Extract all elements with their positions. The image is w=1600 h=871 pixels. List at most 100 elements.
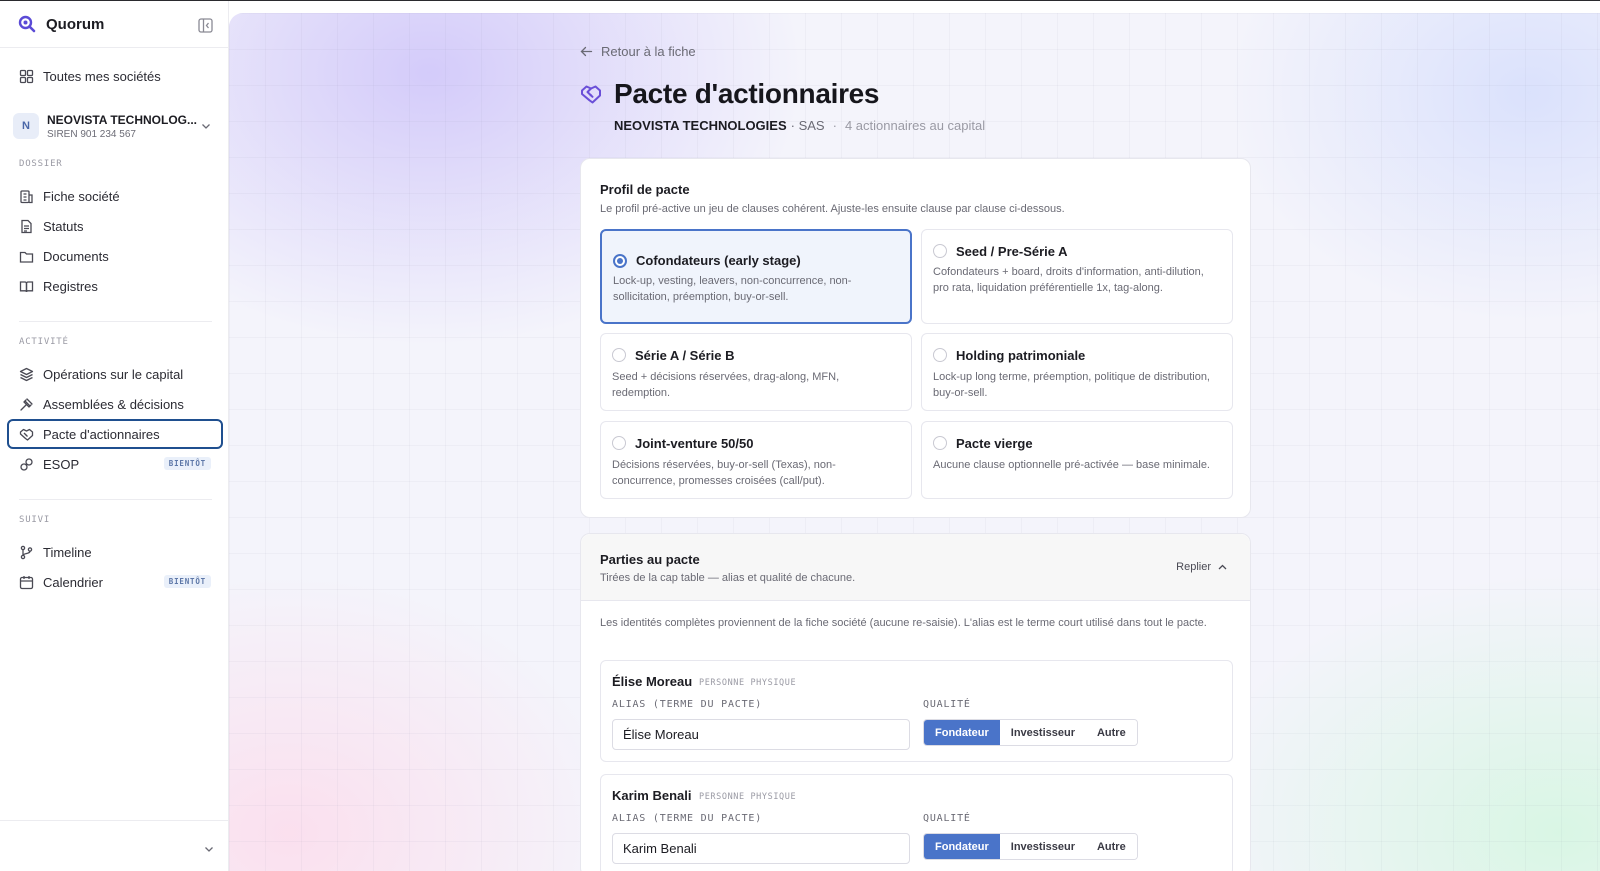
sidebar-item-all-companies[interactable]: Toutes mes sociétés — [7, 61, 223, 91]
company-name: NEOVISTA TECHNOLOGIES — [614, 118, 787, 133]
alias-input[interactable] — [612, 833, 910, 864]
parties-info-text: Les identités complètes proviennent de l… — [600, 617, 1207, 629]
radio-button[interactable] — [613, 254, 627, 268]
party-type: PERSONNE PHYSIQUE — [699, 792, 797, 802]
layers-icon — [19, 367, 34, 381]
page-subtitle: NEOVISTA TECHNOLOGIES · SAS · 4 actionna… — [614, 118, 985, 133]
option-title: Holding patrimoniale — [956, 348, 1086, 363]
arrow-left-icon — [580, 46, 593, 57]
building-icon — [20, 189, 33, 203]
party-type: PERSONNE PHYSIQUE — [699, 678, 797, 688]
section-label-activite: ACTIVITÉ — [19, 337, 69, 347]
back-link-label: Retour à la fiche — [601, 44, 696, 59]
sidebar: Quorum Toutes mes sociétés N NEOVISTA TE… — [0, 1, 229, 871]
profile-description: Le profil pré-active un jeu de clauses c… — [600, 203, 1065, 215]
parties-description: Tirées de la cap table — alias et qualit… — [600, 572, 856, 584]
party-name: Karim Benali — [612, 788, 692, 803]
sidebar-item-label: Statuts — [43, 218, 84, 234]
option-description: Seed + décisions réservées, drag-along, … — [612, 371, 840, 399]
collapse-label: Replier — [1176, 561, 1211, 573]
sidebar-item-label: Timeline — [43, 544, 92, 560]
option-title: Joint-venture 50/50 — [635, 436, 754, 451]
profile-title: Profil de pacte — [600, 182, 690, 197]
sidebar-item-label: ESOP — [43, 456, 80, 472]
alias-label: ALIAS (TERME DU PACTE) — [612, 813, 763, 824]
profile-option-joint-venture[interactable]: Joint-venture 50/50 Décisions réservées,… — [600, 421, 912, 499]
collapse-sidebar-icon[interactable] — [198, 18, 213, 33]
quality-option-fondateur[interactable]: Fondateur — [924, 834, 1000, 859]
profile-option-pacte-vierge[interactable]: Pacte vierge Aucune clause optionnelle p… — [921, 421, 1233, 499]
sidebar-item-label: Calendrier — [43, 574, 103, 590]
handshake-icon — [581, 85, 601, 104]
profile-option-serie-a-b[interactable]: Série A / Série B Seed + décisions réser… — [600, 333, 912, 411]
divider — [19, 499, 212, 500]
quality-label: QUALITÉ — [923, 813, 971, 824]
section-label-suivi: SUIVI — [19, 515, 51, 525]
brand[interactable]: Quorum — [18, 15, 104, 33]
back-link[interactable]: Retour à la fiche — [580, 44, 696, 59]
handshake-icon — [19, 428, 34, 441]
document-text-icon — [21, 219, 32, 233]
party-card: Karim Benali PERSONNE PHYSIQUE ALIAS (TE… — [600, 774, 1233, 871]
sidebar-item-operations-capital[interactable]: Opérations sur le capital — [7, 359, 223, 389]
sidebar-item-fiche-societe[interactable]: Fiche société — [7, 181, 223, 211]
calendar-icon — [19, 575, 34, 589]
profile-option-seed[interactable]: Seed / Pre-Série A Cofondateurs + board,… — [921, 229, 1233, 324]
option-title: Seed / Pre-Série A — [956, 244, 1068, 259]
window-top-border — [0, 0, 1600, 1]
radio-button[interactable] — [933, 348, 947, 362]
sidebar-item-documents[interactable]: Documents — [7, 241, 223, 271]
party-name: Élise Moreau — [612, 674, 693, 689]
quality-selector: Fondateur Investisseur Autre — [923, 719, 1138, 746]
quality-option-investisseur[interactable]: Investisseur — [999, 834, 1086, 859]
shareholder-count: 4 actionnaires au capital — [844, 118, 986, 133]
sidebar-item-registres[interactable]: Registres — [7, 271, 223, 301]
parties-card-header[interactable]: Parties au pacte Tirées de la cap table … — [581, 534, 1250, 601]
quality-option-autre[interactable]: Autre — [1085, 834, 1137, 859]
quality-label: QUALITÉ — [923, 699, 971, 710]
radio-button[interactable] — [612, 436, 626, 450]
quality-option-autre[interactable]: Autre — [1085, 720, 1137, 745]
profile-option-holding[interactable]: Holding patrimoniale Lock-up long terme,… — [921, 333, 1233, 411]
sidebar-item-label: Assemblées & décisions — [43, 396, 184, 412]
sidebar-item-label: Documents — [43, 248, 109, 264]
coming-soon-badge: BIENTÔT — [163, 457, 211, 470]
collapse-button[interactable]: Replier — [1176, 561, 1228, 573]
sidebar-item-timeline[interactable]: Timeline — [7, 537, 223, 567]
chevron-down-icon — [202, 124, 210, 129]
sidebar-item-label: Opérations sur le capital — [43, 366, 184, 382]
sidebar-item-pacte[interactable]: Pacte d'actionnaires — [7, 419, 223, 449]
radio-button[interactable] — [612, 348, 626, 362]
sidebar-item-label: Toutes mes sociétés — [43, 68, 161, 84]
parties-title: Parties au pacte — [600, 552, 700, 567]
divider — [0, 820, 229, 821]
option-title: Série A / Série B — [635, 348, 735, 363]
company-switcher[interactable]: N NEOVISTA TECHNOLOG... SIREN 901 234 56… — [13, 111, 218, 141]
sidebar-item-esop[interactable]: ESOP BIENTÔT — [7, 449, 223, 479]
quality-option-fondateur[interactable]: Fondateur — [924, 720, 1000, 745]
option-description: Lock-up, vesting, leavers, non-concurren… — [613, 275, 852, 303]
profile-card: Profil de pacte Le profil pré-active un … — [580, 158, 1251, 518]
sidebar-item-assemblees[interactable]: Assemblées & décisions — [7, 389, 223, 419]
party-card: Élise Moreau PERSONNE PHYSIQUE ALIAS (TE… — [600, 660, 1233, 762]
sidebar-item-statuts[interactable]: Statuts — [7, 211, 223, 241]
separator-dot: · — [832, 118, 837, 133]
sidebar-item-calendrier[interactable]: Calendrier BIENTÔT — [7, 567, 223, 597]
option-title: Cofondateurs (early stage) — [636, 253, 801, 268]
company-name: NEOVISTA TECHNOLOG... — [47, 112, 198, 127]
chevron-down-icon[interactable] — [203, 843, 215, 855]
page-title: Pacte d'actionnaires — [614, 78, 880, 109]
folder-icon — [19, 251, 34, 263]
radio-button[interactable] — [933, 436, 947, 450]
option-description: Aucune clause optionnelle pré-activée — … — [933, 459, 1210, 471]
quorum-logo-icon — [18, 15, 36, 33]
app-name: Quorum — [46, 15, 105, 33]
option-description: Cofondateurs + board, droits d'informati… — [933, 266, 1204, 294]
coming-soon-badge: BIENTÔT — [163, 575, 211, 588]
option-description: Lock-up long terme, préemption, politiqu… — [933, 371, 1210, 399]
quality-option-investisseur[interactable]: Investisseur — [999, 720, 1086, 745]
profile-option-cofondateurs[interactable]: Cofondateurs (early stage) Lock-up, vest… — [600, 229, 912, 324]
radio-button[interactable] — [933, 244, 947, 258]
alias-input[interactable] — [612, 719, 910, 750]
chevron-up-icon — [1218, 564, 1227, 569]
